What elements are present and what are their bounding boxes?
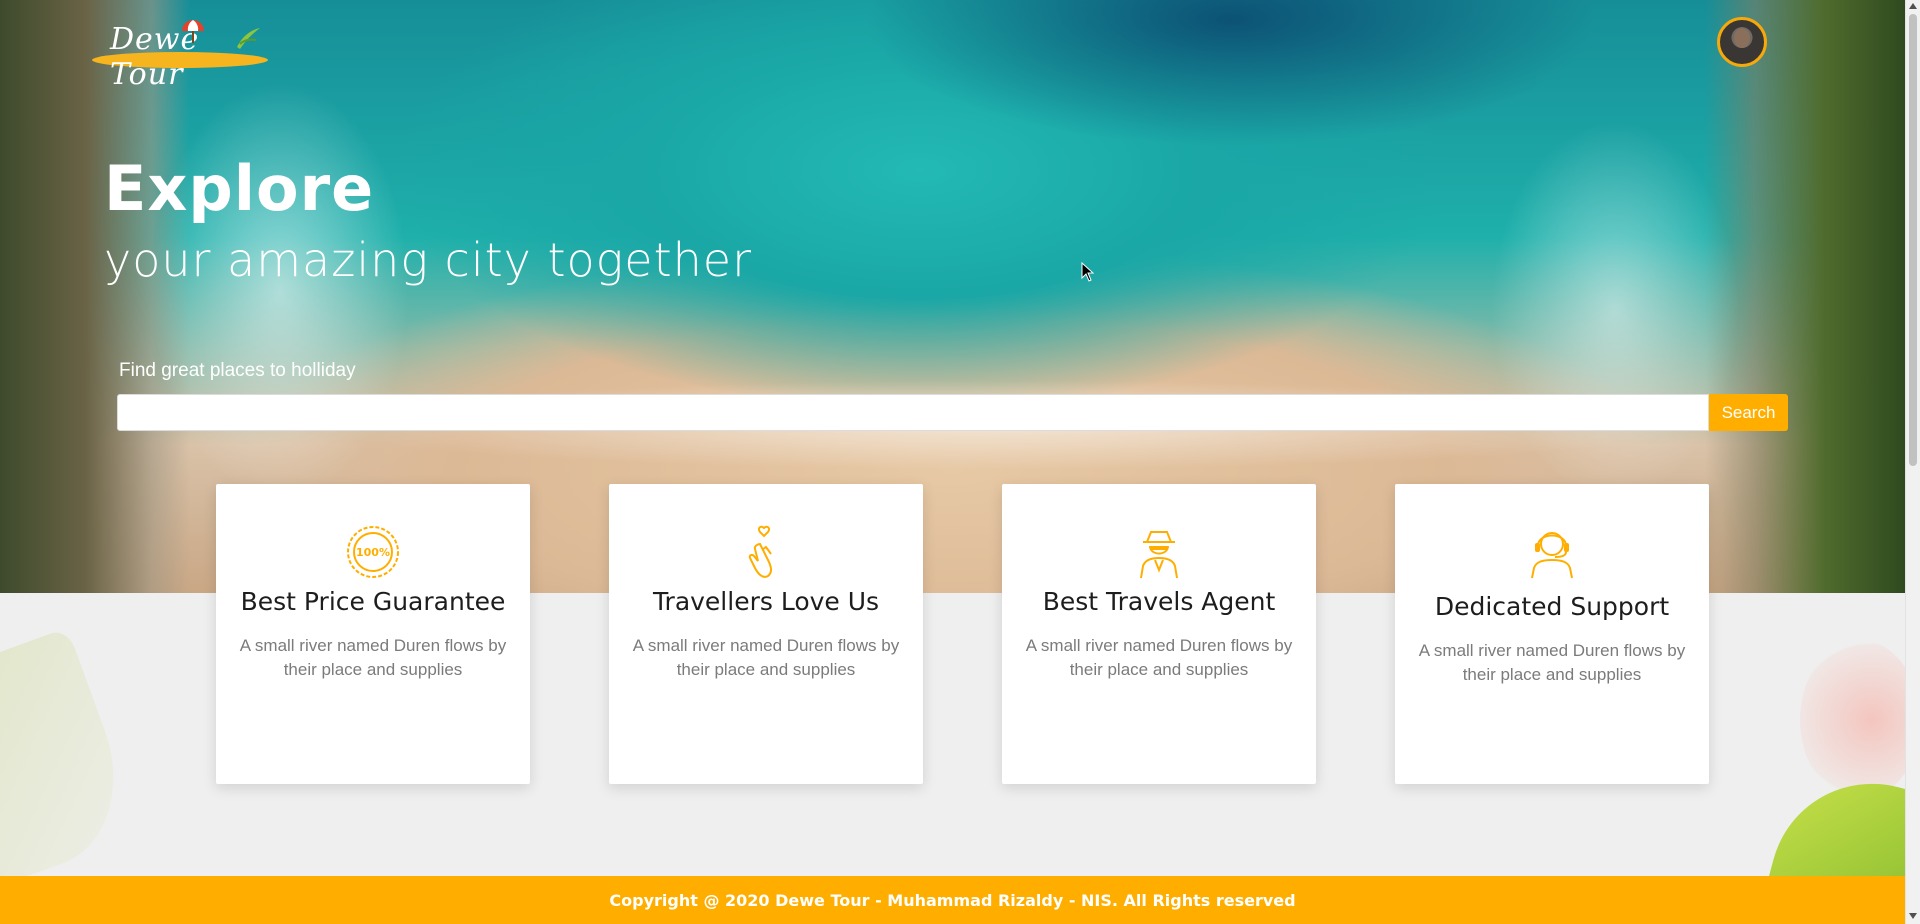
vertical-scrollbar[interactable] xyxy=(1905,0,1920,924)
card-title: Best Travels Agent xyxy=(1042,587,1276,616)
leaf-decoration xyxy=(0,627,143,893)
100-percent-badge-icon: 100% xyxy=(347,526,399,578)
feature-card: Best Travels Agent A small river named D… xyxy=(1002,484,1316,784)
headset-support-icon xyxy=(1531,532,1573,579)
search-input[interactable] xyxy=(117,394,1709,431)
card-title: Dedicated Support xyxy=(1434,592,1670,621)
hibiscus-decoration xyxy=(1800,640,1905,800)
page: Dewe Tour Explore your amazing city toge… xyxy=(0,0,1905,924)
card-title: Best Price Guarantee xyxy=(240,587,506,616)
search-button[interactable]: Search xyxy=(1709,394,1788,431)
user-avatar[interactable] xyxy=(1717,17,1767,67)
finger-heart-icon xyxy=(748,525,772,578)
mouse-cursor-icon xyxy=(1081,262,1095,282)
card-description: A small river named Duren flows by their… xyxy=(239,636,507,679)
scrollbar-thumb[interactable] xyxy=(1909,14,1917,466)
card-description: A small river named Duren flows by their… xyxy=(632,636,900,679)
card-description: A small river named Duren flows by their… xyxy=(1025,636,1293,679)
feature-card: Dedicated Support A small river named Du… xyxy=(1395,484,1709,784)
brand-logo[interactable]: Dewe Tour xyxy=(92,12,268,92)
agent-icon xyxy=(1140,531,1178,579)
card-description: A small river named Duren flows by their… xyxy=(1418,641,1686,684)
svg-text:100%: 100% xyxy=(356,546,390,559)
scroll-down-arrow-icon[interactable] xyxy=(1909,913,1917,919)
hero-headline: Explore xyxy=(104,152,375,225)
palm-leaf-icon xyxy=(237,28,260,49)
avatar-face-shape xyxy=(1734,28,1750,48)
feature-card: 100% Best Price Guarantee A small river … xyxy=(216,484,530,784)
search-label: Find great places to holliday xyxy=(119,360,356,381)
footer-copyright: Copyright @ 2020 Dewe Tour - Muhammad Ri… xyxy=(609,890,1296,910)
card-title: Travellers Love Us xyxy=(652,587,880,616)
feature-card: Travellers Love Us A small river named D… xyxy=(609,484,923,784)
hero-subheadline: your amazing city together xyxy=(104,233,752,287)
footer: Copyright @ 2020 Dewe Tour - Muhammad Ri… xyxy=(0,876,1905,924)
beach-umbrella-icon xyxy=(182,20,204,43)
scroll-up-arrow-icon[interactable] xyxy=(1909,3,1917,9)
